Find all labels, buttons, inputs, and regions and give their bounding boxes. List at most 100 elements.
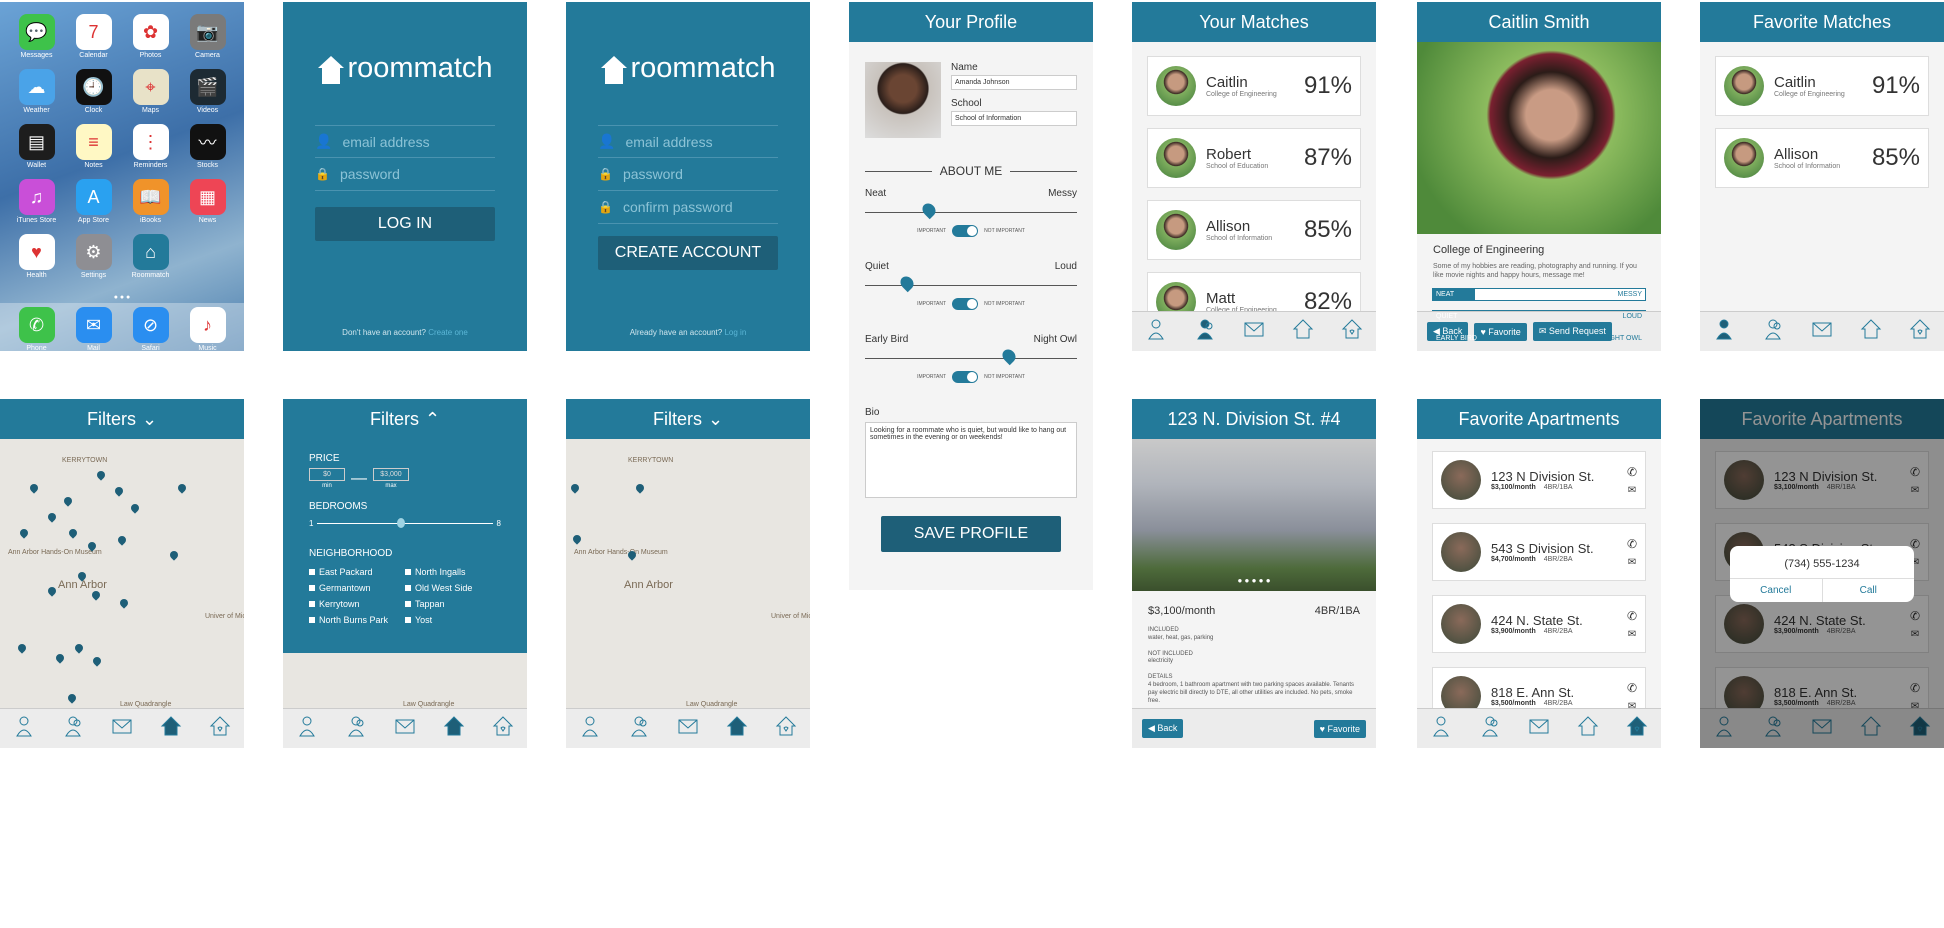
- apartment-card[interactable]: 123 N Division St. $3,100/month 4BR/1BA ✆ ✉: [1432, 451, 1646, 509]
- school-input[interactable]: School of Information: [951, 111, 1077, 126]
- tab-house-heart[interactable]: [1908, 319, 1932, 344]
- mail-icon[interactable]: ✉: [1628, 485, 1636, 496]
- confirm-password-field[interactable]: 🔒 confirm password: [598, 191, 778, 224]
- send-request-button[interactable]: ✉ Send Request: [1532, 322, 1612, 341]
- min-price-input[interactable]: $0: [309, 468, 345, 481]
- phone-icon[interactable]: ✆: [1627, 681, 1637, 695]
- match-card[interactable]: Allison School of Information 85%: [1147, 200, 1361, 260]
- name-input[interactable]: Amanda Johnson: [951, 75, 1077, 90]
- tab-people[interactable]: [627, 716, 651, 741]
- phone-icon[interactable]: ✆: [1627, 465, 1637, 479]
- app-safari[interactable]: ⊘ Safari: [122, 307, 179, 351]
- map[interactable]: KERRYTOWN Ann Arbor Ann Arbor Hands-On Mus…: [566, 439, 810, 708]
- mail-icon[interactable]: ✉: [1628, 557, 1636, 568]
- tab-house[interactable]: [725, 716, 749, 741]
- tab-person[interactable]: [295, 716, 319, 741]
- preference-slider[interactable]: [865, 200, 1077, 220]
- slider-knob[interactable]: [898, 273, 917, 293]
- checkbox[interactable]: [405, 617, 411, 623]
- tab-person[interactable]: [1429, 716, 1453, 741]
- create-account-link[interactable]: Create one: [428, 328, 468, 337]
- apartment-card[interactable]: 424 N. State St. $3,900/month 4BR/2BA ✆ ✉: [1432, 595, 1646, 653]
- slider-knob[interactable]: [919, 200, 938, 220]
- app-stocks[interactable]: 〰 Stocks: [179, 124, 236, 169]
- tab-people[interactable]: [1193, 319, 1217, 344]
- app-health[interactable]: ♥ Health: [8, 234, 65, 279]
- tab-mail[interactable]: [1242, 320, 1266, 344]
- neighborhood-option[interactable]: North Burns Park: [309, 615, 405, 625]
- tab-person[interactable]: [578, 716, 602, 741]
- app-maps[interactable]: ⌖ Maps: [122, 69, 179, 114]
- tab-person[interactable]: [12, 716, 36, 741]
- match-card[interactable]: Caitlin College of Engineering 91%: [1147, 56, 1361, 116]
- match-card[interactable]: Robert School of Education 87%: [1147, 128, 1361, 188]
- apartment-card[interactable]: 543 S Division St.$4,700/month4BR/2BA✆✉: [1432, 523, 1646, 581]
- bedrooms-knob[interactable]: [397, 518, 406, 528]
- app-weather[interactable]: ☁ Weather: [8, 69, 65, 114]
- max-price-input[interactable]: $3,000: [373, 468, 409, 481]
- app-settings[interactable]: ⚙ Settings: [65, 234, 122, 279]
- neighborhood-option[interactable]: East Packard: [309, 567, 405, 577]
- email-field[interactable]: 👤 email address: [598, 125, 778, 158]
- app-wallet[interactable]: ▤ Wallet: [8, 124, 65, 169]
- app-photos[interactable]: ✿ Photos: [122, 14, 179, 59]
- tab-house[interactable]: [159, 716, 183, 741]
- tab-house-heart[interactable]: [774, 716, 798, 741]
- importance-toggle[interactable]: [952, 225, 979, 237]
- tab-people[interactable]: [61, 716, 85, 741]
- filters-header[interactable]: Filters ⌄: [0, 399, 244, 439]
- favorite-button[interactable]: ♥ Favorite: [1313, 719, 1366, 738]
- app-messages[interactable]: 💬 Messages: [8, 14, 65, 59]
- login-button[interactable]: LOG IN: [315, 207, 495, 241]
- back-button[interactable]: ◀ Back: [1142, 719, 1184, 738]
- tab-house[interactable]: [1291, 319, 1315, 344]
- app-itunes-store[interactable]: ♫ iTunes Store: [8, 179, 65, 224]
- tab-house-heart[interactable]: [1625, 716, 1649, 741]
- app-calendar[interactable]: 7 Calendar: [65, 14, 122, 59]
- tab-people[interactable]: [1761, 319, 1785, 344]
- password-field[interactable]: 🔒 password: [598, 158, 778, 191]
- checkbox[interactable]: [309, 617, 315, 623]
- save-profile-button[interactable]: SAVE PROFILE: [881, 516, 1061, 552]
- password-field[interactable]: 🔒 password: [315, 158, 495, 191]
- phone-icon[interactable]: ✆: [1627, 609, 1637, 623]
- favorite-button[interactable]: ♥ Favorite: [1474, 322, 1527, 341]
- app-camera[interactable]: 📷 Camera: [179, 14, 236, 59]
- checkbox[interactable]: [309, 601, 315, 607]
- tab-mail[interactable]: [393, 717, 417, 741]
- map[interactable]: KERRYTOWN Ann Arbor Ann Arbor Hands-On Mus…: [0, 439, 244, 708]
- app-clock[interactable]: 🕘 Clock: [65, 69, 122, 114]
- app-videos[interactable]: 🎬 Videos: [179, 69, 236, 114]
- tab-house-heart[interactable]: [208, 716, 232, 741]
- tab-people[interactable]: [1478, 716, 1502, 741]
- tab-mail[interactable]: [676, 717, 700, 741]
- app-reminders[interactable]: ⋮ Reminders: [122, 124, 179, 169]
- tab-house[interactable]: [442, 716, 466, 741]
- cancel-button[interactable]: Cancel: [1730, 579, 1823, 602]
- preference-slider[interactable]: [865, 273, 1077, 293]
- match-card[interactable]: Allison School of Information 85%: [1715, 128, 1929, 188]
- tab-house-heart[interactable]: [491, 716, 515, 741]
- tab-house-heart[interactable]: [1340, 319, 1364, 344]
- slider-knob[interactable]: [999, 346, 1019, 366]
- checkbox[interactable]: [405, 601, 411, 607]
- email-field[interactable]: 👤 email address: [315, 125, 495, 158]
- neighborhood-option[interactable]: Tappan: [405, 599, 501, 609]
- bio-textarea[interactable]: Looking for a roommate who is quiet, but…: [865, 422, 1077, 498]
- app-news[interactable]: ▦ News: [179, 179, 236, 224]
- app-app-store[interactable]: A App Store: [65, 179, 122, 224]
- tab-house[interactable]: [1576, 716, 1600, 741]
- filters-header[interactable]: Filters ⌃: [283, 399, 527, 439]
- app-notes[interactable]: ≡ Notes: [65, 124, 122, 169]
- importance-toggle[interactable]: [952, 371, 979, 383]
- neighborhood-option[interactable]: Germantown: [309, 583, 405, 593]
- app-phone[interactable]: ✆ Phone: [8, 307, 65, 351]
- app-music[interactable]: ♪ Music: [179, 307, 236, 351]
- filters-header[interactable]: Filters ⌄: [566, 399, 810, 439]
- tab-people[interactable]: [344, 716, 368, 741]
- app-mail[interactable]: ✉ Mail: [65, 307, 122, 351]
- tab-person[interactable]: [1712, 319, 1736, 344]
- checkbox[interactable]: [405, 585, 411, 591]
- tab-person[interactable]: [1144, 319, 1168, 344]
- app-ibooks[interactable]: 📖 iBooks: [122, 179, 179, 224]
